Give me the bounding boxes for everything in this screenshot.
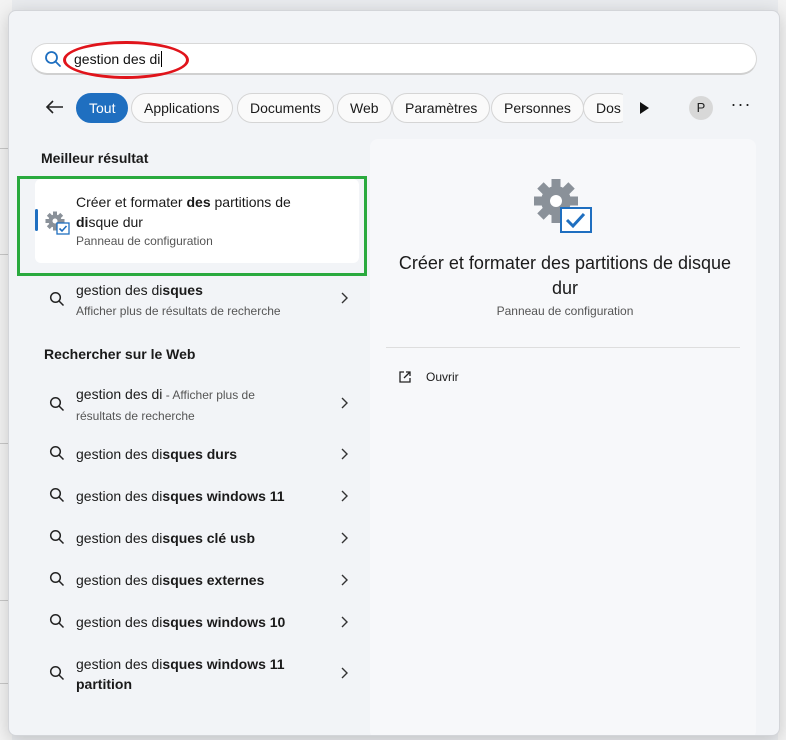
detail-title: Créer et formater des partitions de disq… [398,253,732,298]
best-match-subtitle: Panneau de configuration [76,234,213,248]
filter-chip-documents[interactable]: Documents [237,93,334,123]
open-external-icon [399,371,411,383]
start-search-panel: gestion des di Tout Applications Documen… [8,10,780,736]
chevron-right-icon[interactable] [339,616,349,628]
web-suggestion-item[interactable]: gestion des disques windows 10 [35,611,355,633]
best-match-title: Créer et formater des partitions de disq… [76,194,291,230]
search-icon [49,529,65,545]
chevron-right-icon[interactable] [339,292,349,304]
chevron-right-icon[interactable] [339,532,349,544]
filter-chip-folders-clipped[interactable]: Dos [583,93,623,123]
best-match-card[interactable]: Créer et formater des partitions de disq… [35,179,359,263]
disk-management-gear-icon [45,211,70,235]
web-suggestion-label: gestion des disques durs [76,446,238,462]
chevron-right-icon[interactable] [339,397,349,409]
open-action[interactable]: Ouvrir [398,369,498,389]
filter-chip-all[interactable]: Tout [76,93,129,123]
web-suggestion-label: gestion des disques windows 11 [76,488,285,504]
search-input[interactable]: gestion des di [31,43,757,75]
filter-bar: Tout Applications Documents Web Paramètr… [9,91,779,125]
search-icon [49,571,65,587]
list-item-label: gestion des disques Afficher plus de résu… [76,282,281,318]
web-suggestion-item[interactable]: gestion des disques windows 11 partition [35,653,355,695]
web-suggestion-item[interactable]: gestion des disques clé usb [35,527,355,549]
web-suggestion-label: gestion des disques windows 10 [76,614,286,630]
detail-subtitle: Panneau de configuration [496,304,634,318]
list-item-disk-management[interactable]: gestion des disques Afficher plus de résu… [35,279,355,323]
search-icon [49,665,65,681]
search-icon [49,613,65,629]
web-suggestion-item[interactable]: gestion des disques windows 11 [35,485,355,507]
web-suggestion-label: gestion des di - Afficher plus de résult… [76,386,255,423]
scroll-right-play-icon[interactable] [637,100,651,116]
web-suggestion-item[interactable]: gestion des disques externes [35,569,355,591]
web-suggestion-label: gestion des disques externes [76,572,265,588]
search-query: gestion des di [74,51,163,67]
chevron-right-icon[interactable] [339,448,349,460]
chevron-right-icon[interactable] [339,574,349,586]
filter-chip-web[interactable]: Web [337,93,392,123]
filter-chip-people[interactable]: Personnes [491,93,584,123]
chevron-right-icon[interactable] [339,667,349,679]
search-icon [49,445,65,461]
open-label: Ouvrir [426,370,459,384]
search-icon [49,291,65,307]
disk-management-gear-icon [534,179,592,233]
detail-divider [386,347,740,348]
text-caret [161,51,163,67]
chevron-right-icon[interactable] [339,490,349,502]
more-options-button[interactable]: ··· [729,95,753,119]
selection-indicator [35,209,38,231]
filter-chip-apps[interactable]: Applications [131,93,233,123]
web-suggestion-label: gestion des disques windows 11 partition [76,656,285,692]
search-icon [45,51,61,67]
search-icon [49,396,65,412]
web-search-heading: Rechercher sur le Web [44,346,196,362]
filter-chip-settings[interactable]: Paramètres [392,93,491,123]
avatar[interactable]: P [689,96,713,120]
back-arrow-icon[interactable] [43,95,67,119]
search-icon [49,487,65,503]
web-suggestion-item[interactable]: gestion des di - Afficher plus de résult… [35,384,355,426]
detail-pane: Créer et formater des partitions de disq… [370,139,756,735]
web-suggestion-label: gestion des disques clé usb [76,530,255,546]
best-match-heading: Meilleur résultat [41,150,149,166]
web-suggestion-item[interactable]: gestion des disques durs [35,443,355,465]
